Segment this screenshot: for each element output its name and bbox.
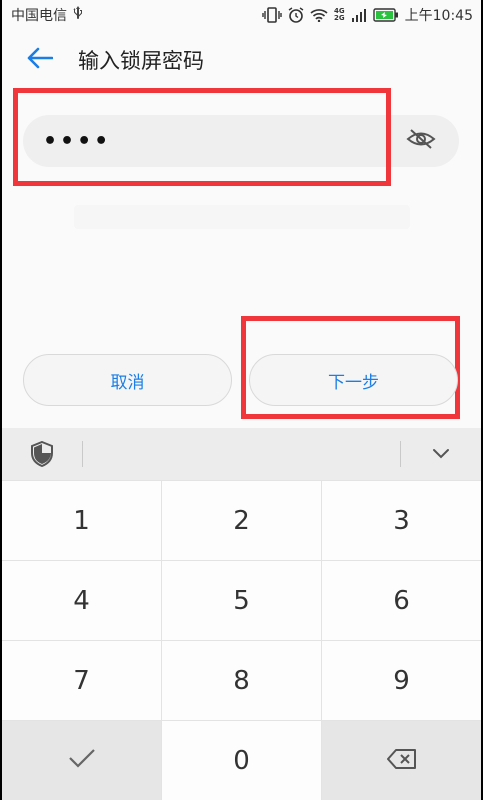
shield-icon[interactable] [2, 441, 82, 467]
keyboard-toolbar [2, 428, 481, 480]
header: 输入锁屏密码 [2, 30, 481, 90]
checkmark-icon [68, 746, 96, 776]
key-6[interactable]: 6 [322, 561, 481, 640]
key-7[interactable]: 7 [2, 641, 161, 720]
alarm-icon [288, 7, 304, 23]
status-bar: 中国电信 4G 2G 上午10:45 [2, 0, 481, 30]
key-5[interactable]: 5 [162, 561, 321, 640]
key-3[interactable]: 3 [322, 481, 481, 560]
carrier-name: 中国电信 [11, 8, 67, 24]
eye-off-icon [406, 128, 436, 154]
cancel-button[interactable]: 取消 [23, 354, 232, 406]
page-title: 输入锁屏密码 [78, 49, 204, 73]
show-password-toggle[interactable] [403, 123, 439, 159]
clock-time: 上午10:45 [404, 8, 473, 24]
confirm-key[interactable] [2, 721, 161, 800]
key-2[interactable]: 2 [162, 481, 321, 560]
numeric-keypad: 1 2 3 4 5 6 7 8 9 0 [2, 480, 481, 800]
key-1[interactable]: 1 [2, 481, 161, 560]
key-4[interactable]: 4 [2, 561, 161, 640]
battery-icon [372, 8, 399, 22]
backspace-icon [386, 746, 417, 776]
back-button[interactable] [2, 30, 78, 90]
lock-password-screen: 中国电信 4G 2G 上午10:45 输入锁屏密码 •••• 取消 下一步 1 … [2, 0, 481, 800]
network-type: 4G 2G [334, 7, 345, 22]
wifi-icon [310, 8, 328, 22]
highlight-box-password [13, 88, 391, 186]
chevron-down-icon [432, 445, 450, 464]
key-9[interactable]: 9 [322, 641, 481, 720]
vibrate-icon [262, 7, 282, 23]
back-arrow-icon [27, 47, 54, 73]
toolbar-divider [82, 441, 83, 467]
hint-area [74, 205, 410, 229]
usb-icon [73, 6, 83, 24]
key-8[interactable]: 8 [162, 641, 321, 720]
collapse-keyboard-button[interactable] [401, 445, 481, 464]
key-0[interactable]: 0 [162, 721, 321, 800]
delete-key[interactable] [322, 721, 481, 800]
signal-icon [351, 8, 367, 22]
next-button[interactable]: 下一步 [249, 354, 458, 406]
